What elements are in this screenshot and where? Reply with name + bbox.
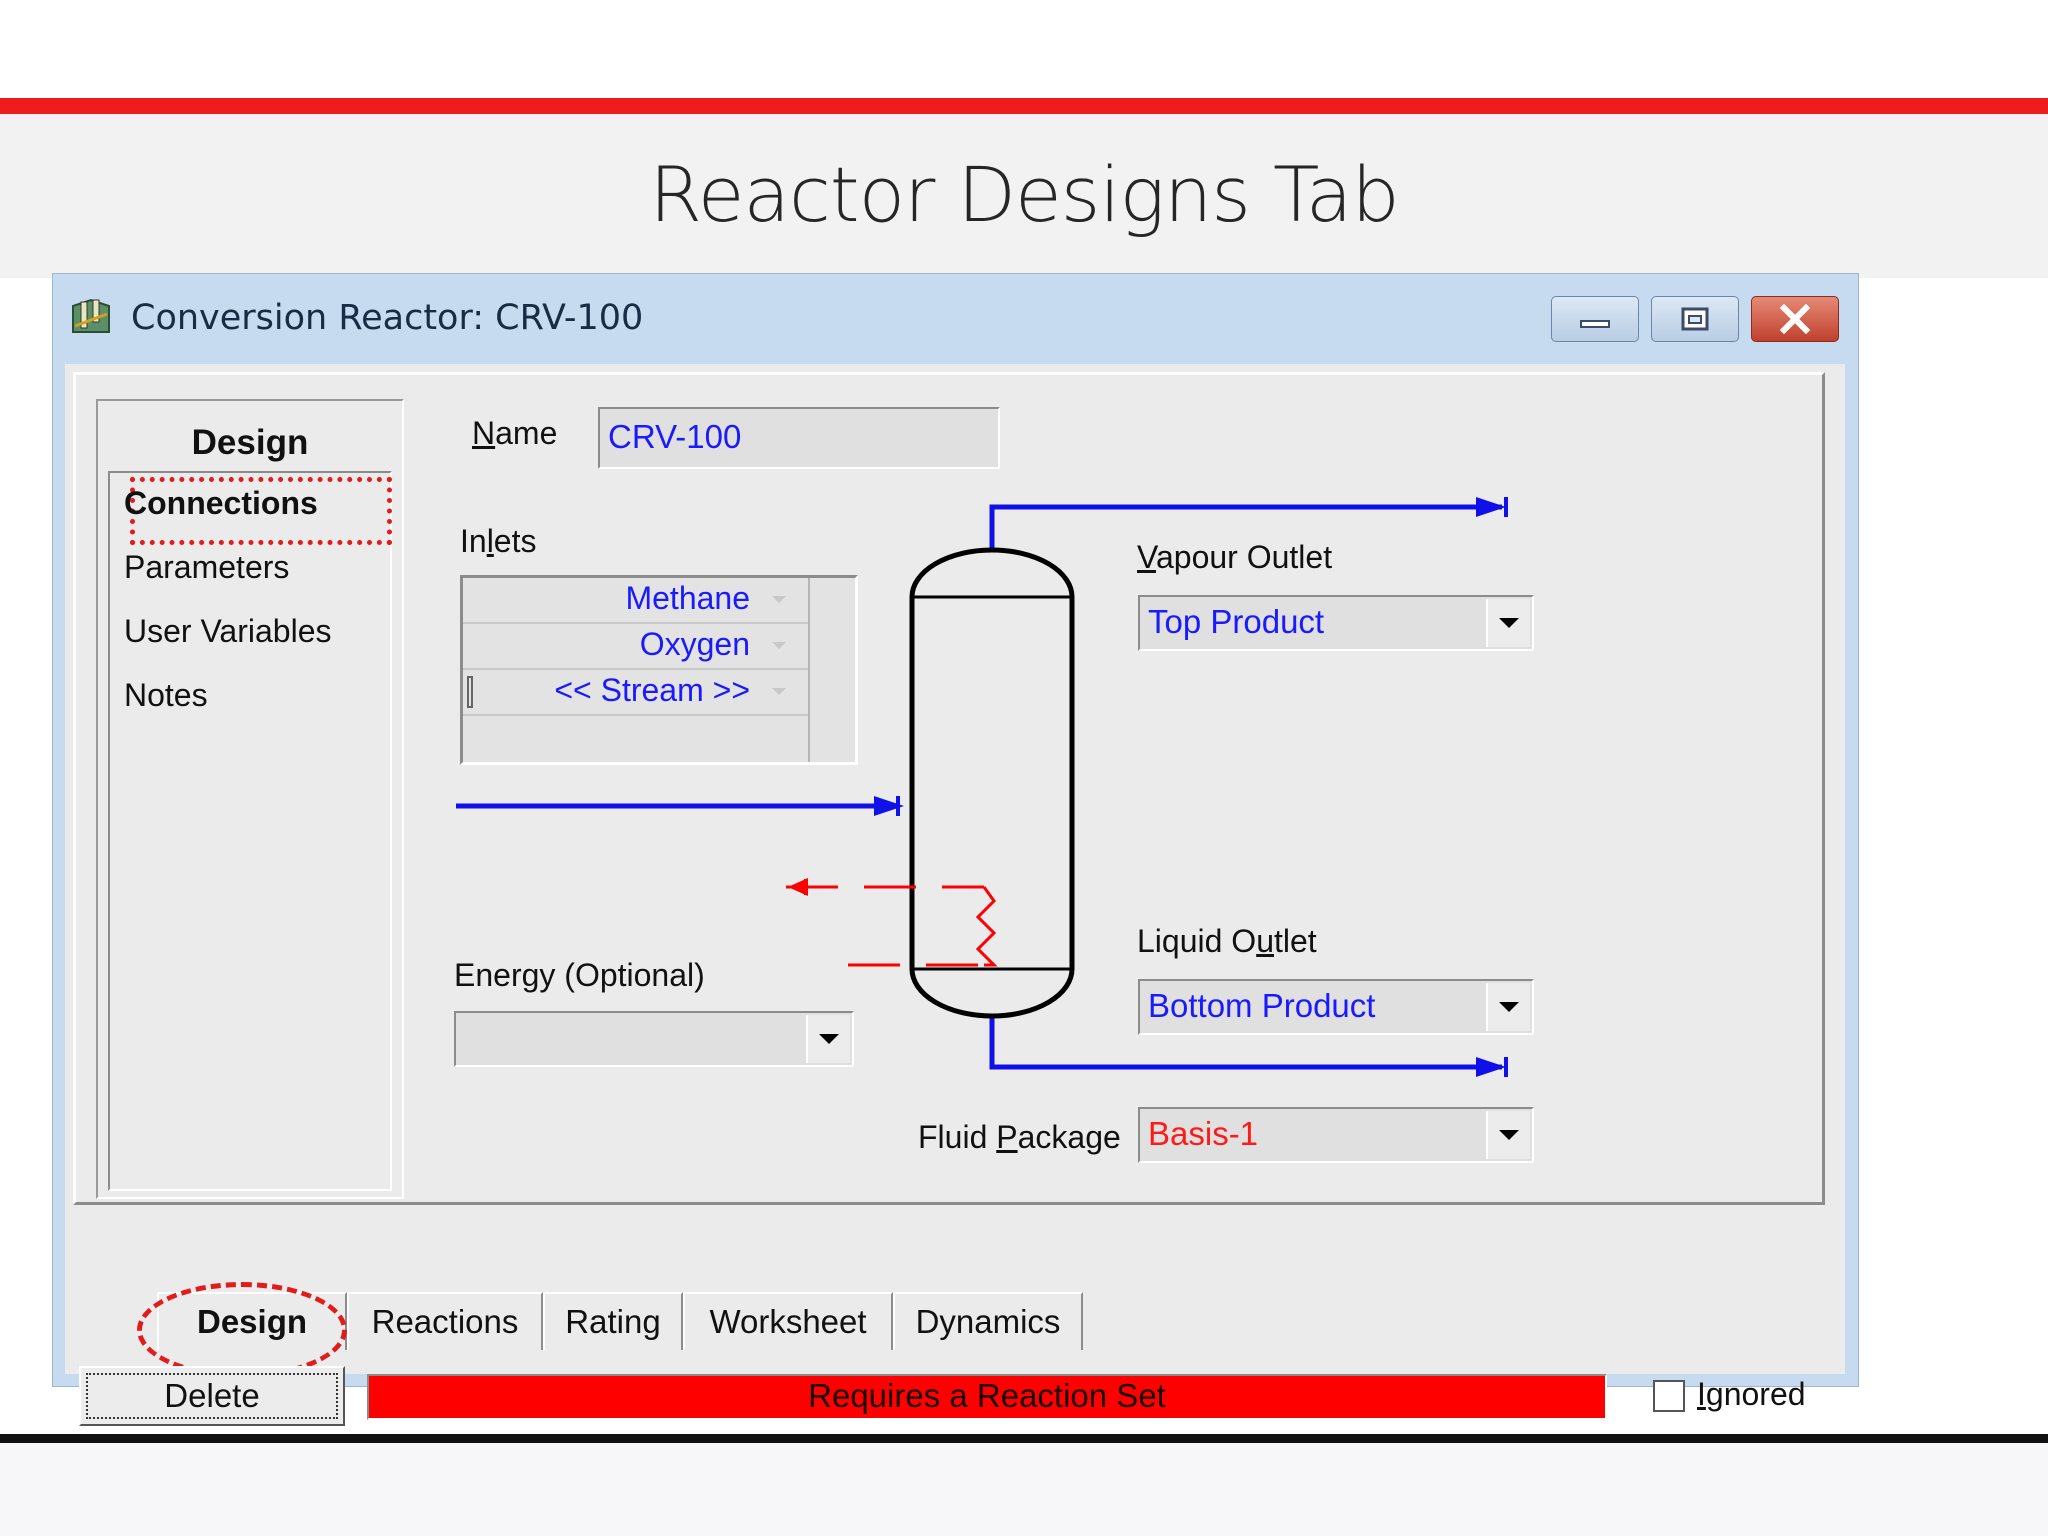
tab-rating[interactable]: Rating bbox=[543, 1292, 683, 1350]
focus-rectangle bbox=[86, 1373, 338, 1419]
vapour-outlet-dropdown-button[interactable] bbox=[1486, 599, 1530, 647]
window-client-area: Design Connections Parameters User Varia… bbox=[65, 364, 1845, 1426]
slide-footer-band bbox=[0, 1443, 2048, 1536]
vapour-outlet-label: Vapour Outlet bbox=[1137, 539, 1333, 575]
liquid-outlet-value: Bottom Product bbox=[1148, 987, 1376, 1024]
chevron-down-icon bbox=[1499, 1002, 1519, 1012]
tab-dynamics[interactable]: Dynamics bbox=[893, 1292, 1083, 1350]
fluid-package-label: Fluid Package bbox=[918, 1119, 1121, 1155]
fluid-package-combo[interactable]: Basis-1 bbox=[1138, 1107, 1534, 1163]
reactor-app-icon bbox=[72, 298, 110, 333]
slide-bottom-rule bbox=[0, 1434, 2048, 1443]
slide-title: Reactor Designs Tab bbox=[649, 150, 1399, 239]
tab-reactions[interactable]: Reactions bbox=[347, 1292, 543, 1350]
slide-top-rule bbox=[0, 98, 2048, 114]
close-button[interactable] bbox=[1751, 296, 1839, 342]
delete-button[interactable]: Delete bbox=[79, 1366, 345, 1426]
energy-label: Energy (Optional) bbox=[454, 957, 705, 993]
maximize-button[interactable] bbox=[1651, 296, 1739, 342]
vapour-outlet-value: Top Product bbox=[1148, 603, 1325, 640]
design-page: Design Connections Parameters User Varia… bbox=[73, 372, 1825, 1205]
energy-stream-dashed bbox=[786, 878, 998, 967]
ignored-label: Ignored bbox=[1697, 1376, 1806, 1412]
tab-worksheet[interactable]: Worksheet bbox=[683, 1292, 893, 1350]
chevron-down-icon bbox=[1499, 618, 1519, 628]
energy-dropdown-button[interactable] bbox=[806, 1015, 850, 1063]
chevron-down-icon bbox=[819, 1034, 839, 1044]
design-tab-highlight bbox=[137, 1282, 347, 1378]
chevron-down-icon bbox=[1499, 1130, 1519, 1140]
fluid-package-value: Basis-1 bbox=[1148, 1115, 1259, 1152]
reactor-vessel bbox=[909, 547, 1075, 1019]
reactor-flow-diagram bbox=[456, 497, 1508, 1077]
liquid-outlet-combo[interactable]: Bottom Product bbox=[1138, 979, 1534, 1035]
fluid-package-dropdown-button[interactable] bbox=[1486, 1111, 1530, 1159]
conversion-reactor-window: Conversion Reactor: CRV-100 Design Conne… bbox=[52, 273, 1859, 1426]
vapour-outlet-combo[interactable]: Top Product bbox=[1138, 595, 1534, 651]
feed-stream-arrow bbox=[456, 796, 904, 816]
liquid-outlet-label: Liquid Outlet bbox=[1137, 923, 1317, 959]
maximize-icon bbox=[1681, 307, 1709, 331]
minimize-icon bbox=[1580, 320, 1610, 328]
minimize-button[interactable] bbox=[1551, 296, 1639, 342]
window-title: Conversion Reactor: CRV-100 bbox=[131, 298, 644, 338]
energy-combo[interactable] bbox=[454, 1011, 854, 1067]
ignored-checkbox[interactable] bbox=[1653, 1380, 1685, 1412]
close-icon bbox=[1779, 304, 1811, 334]
status-bar: Requires a Reaction Set bbox=[367, 1374, 1607, 1420]
liquid-outlet-dropdown-button[interactable] bbox=[1486, 983, 1530, 1031]
